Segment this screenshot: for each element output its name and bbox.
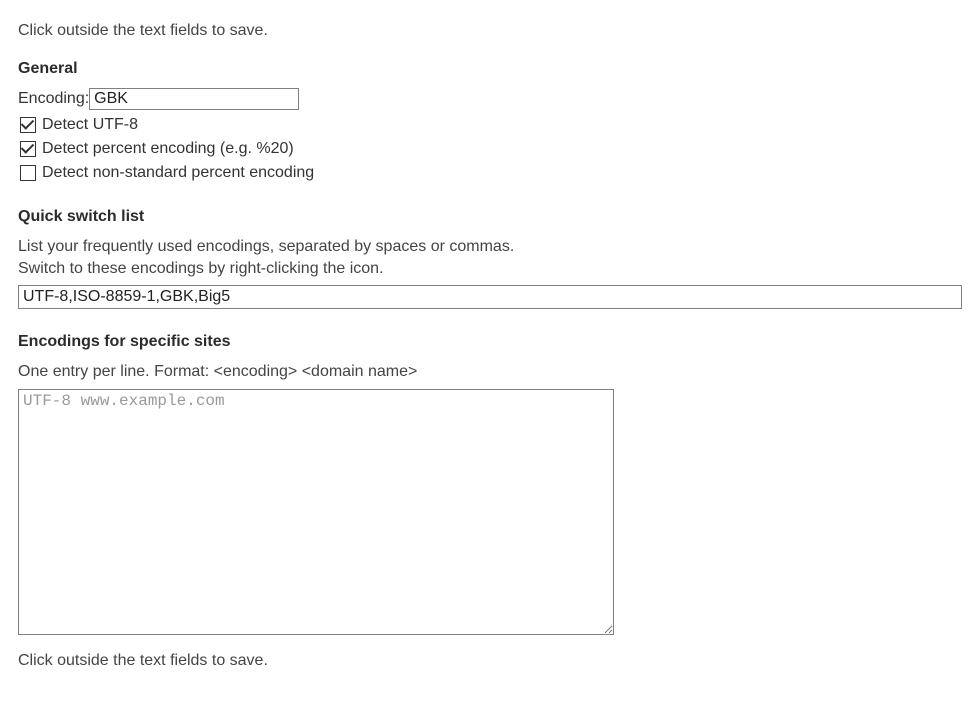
- quick-switch-help-line1: List your frequently used encodings, sep…: [18, 238, 514, 255]
- quick-switch-input[interactable]: [18, 285, 962, 309]
- save-hint-top: Click outside the text fields to save.: [18, 22, 957, 40]
- site-encodings-heading: Encodings for specific sites: [18, 333, 957, 351]
- site-encodings-textarea[interactable]: [18, 389, 614, 635]
- detect-percent-label: Detect percent encoding (e.g. %20): [42, 138, 294, 160]
- detect-nonstd-percent-label: Detect non-standard percent encoding: [42, 162, 314, 184]
- quick-switch-help-line2: Switch to these encodings by right-click…: [18, 260, 384, 277]
- general-heading: General: [18, 60, 957, 78]
- detect-percent-row[interactable]: Detect percent encoding (e.g. %20): [20, 138, 957, 160]
- encoding-input[interactable]: [89, 88, 299, 110]
- site-encodings-help: One entry per line. Format: <encoding> <…: [18, 361, 957, 383]
- quick-switch-section: Quick switch list List your frequently u…: [18, 208, 957, 309]
- site-encodings-section: Encodings for specific sites One entry p…: [18, 333, 957, 640]
- quick-switch-heading: Quick switch list: [18, 208, 957, 226]
- encoding-row: Encoding:: [18, 88, 957, 110]
- detect-utf8-checkbox[interactable]: [20, 117, 36, 133]
- general-section: General Encoding: Detect UTF-8 Detect pe…: [18, 60, 957, 184]
- detect-utf8-label: Detect UTF-8: [42, 114, 138, 136]
- detect-nonstd-percent-checkbox[interactable]: [20, 165, 36, 181]
- detect-percent-checkbox[interactable]: [20, 141, 36, 157]
- save-hint-bottom: Click outside the text fields to save.: [18, 652, 957, 670]
- detect-utf8-row[interactable]: Detect UTF-8: [20, 114, 957, 136]
- quick-switch-help: List your frequently used encodings, sep…: [18, 236, 957, 281]
- encoding-label: Encoding:: [18, 90, 89, 108]
- detect-nonstd-percent-row[interactable]: Detect non-standard percent encoding: [20, 162, 957, 184]
